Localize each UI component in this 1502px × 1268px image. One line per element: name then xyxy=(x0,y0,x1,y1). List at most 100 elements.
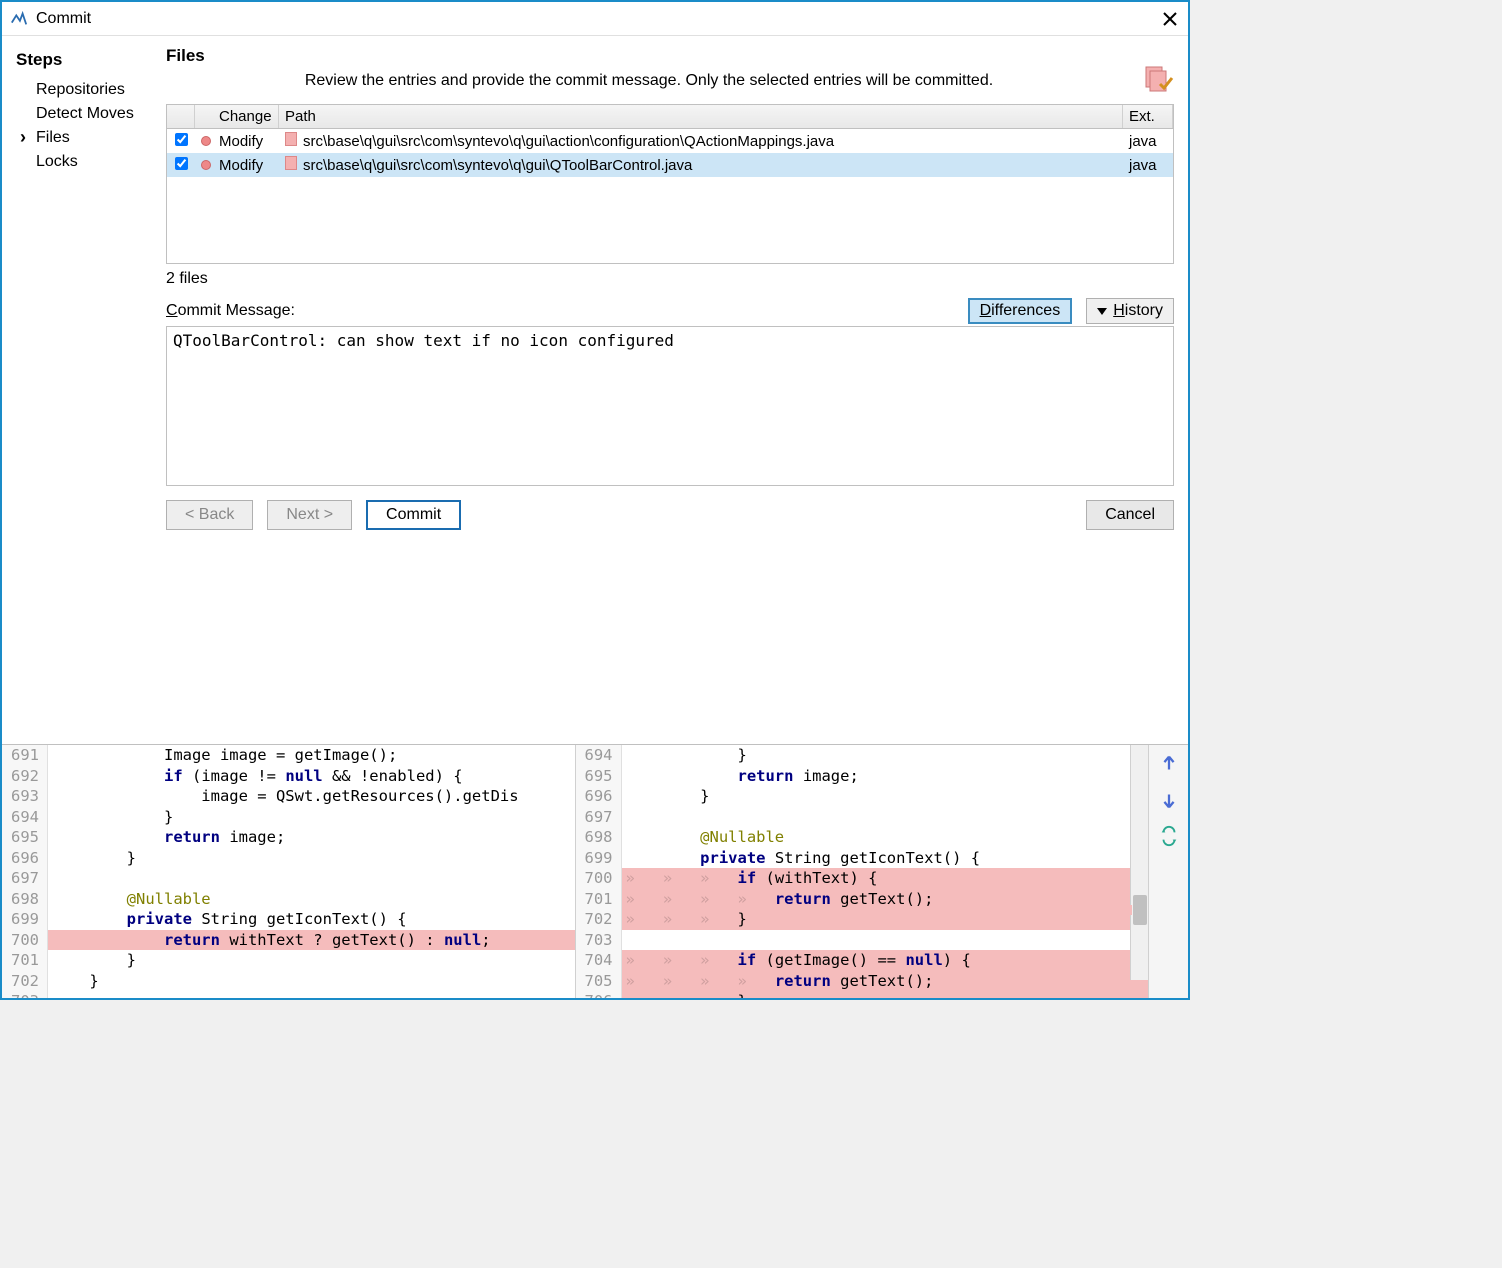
code-line[interactable]: 706» » » } xyxy=(576,991,1149,998)
code-line[interactable]: 696 } xyxy=(2,848,575,869)
code-text: return withText ? getText() : null; xyxy=(48,930,575,951)
code-text: @Nullable xyxy=(48,889,575,910)
code-line[interactable]: 701 } xyxy=(2,950,575,971)
col-ext[interactable]: Ext. xyxy=(1123,105,1173,128)
diff-overview-mark[interactable] xyxy=(1122,905,1132,915)
line-number: 705 xyxy=(576,971,622,992)
commit-button[interactable]: Commit xyxy=(366,500,461,530)
line-number: 694 xyxy=(576,745,622,766)
dialog-body: Steps RepositoriesDetect MovesFilesLocks… xyxy=(2,36,1188,744)
table-row[interactable]: Modifysrc\base\q\gui\src\com\syntevo\q\g… xyxy=(167,153,1173,177)
row-checkbox[interactable] xyxy=(175,133,188,146)
code-line[interactable]: 697 xyxy=(2,868,575,889)
close-icon[interactable] xyxy=(1160,9,1180,29)
line-number: 696 xyxy=(2,848,48,869)
file-icon xyxy=(285,132,297,146)
code-text: } xyxy=(48,807,575,828)
col-path[interactable]: Path xyxy=(279,105,1123,128)
code-text: } xyxy=(48,848,575,869)
code-text: return image; xyxy=(48,827,575,848)
code-line[interactable]: 693 image = QSwt.getResources().getDis xyxy=(2,786,575,807)
line-number: 702 xyxy=(576,909,622,930)
col-change[interactable]: Change xyxy=(213,105,279,128)
code-line[interactable]: 692 if (image != null && !enabled) { xyxy=(2,766,575,787)
next-button[interactable]: Next > xyxy=(267,500,352,530)
modify-dot-icon xyxy=(201,160,211,170)
code-line[interactable]: 702» » » } xyxy=(576,909,1149,930)
code-text: if (image != null && !enabled) { xyxy=(48,766,575,787)
commit-message-input[interactable] xyxy=(166,326,1174,486)
file-table-header: Change Path Ext. xyxy=(167,105,1173,129)
code-line[interactable]: 697 xyxy=(576,807,1149,828)
next-diff-icon[interactable] xyxy=(1158,789,1180,811)
line-number: 696 xyxy=(576,786,622,807)
line-number: 701 xyxy=(2,950,48,971)
code-line[interactable]: 699 private String getIconText() { xyxy=(2,909,575,930)
file-table[interactable]: Change Path Ext. Modifysrc\base\q\gui\sr… xyxy=(166,104,1174,264)
step-locks[interactable]: Locks xyxy=(16,150,152,174)
code-line[interactable]: 694 } xyxy=(576,745,1149,766)
code-line[interactable]: 691 Image image = getImage(); xyxy=(2,745,575,766)
page-title: Files xyxy=(166,46,1132,66)
code-text: image = QSwt.getResources().getDis xyxy=(48,786,575,807)
step-repositories[interactable]: Repositories xyxy=(16,78,152,102)
diff-nav-gutter xyxy=(1148,745,1188,998)
row-ext: java xyxy=(1123,155,1173,176)
code-line[interactable]: 698 @Nullable xyxy=(2,889,575,910)
step-files[interactable]: Files xyxy=(16,126,152,150)
code-line[interactable]: 696 } xyxy=(576,786,1149,807)
diff-viewer: 691 Image image = getImage();692 if (ima… xyxy=(2,744,1188,998)
line-number: 698 xyxy=(576,827,622,848)
code-line[interactable]: 703 xyxy=(576,930,1149,951)
row-change: Modify xyxy=(213,155,279,176)
diff-right-side[interactable]: 694 }695 return image;696 }697698 @Nulla… xyxy=(576,745,1149,998)
code-text: » » » } xyxy=(622,991,1149,998)
code-line[interactable]: 703 xyxy=(2,991,575,998)
line-number: 699 xyxy=(576,848,622,869)
code-line[interactable]: 700 return withText ? getText() : null; xyxy=(2,930,575,951)
code-text: Image image = getImage(); xyxy=(48,745,575,766)
back-button[interactable]: < Back xyxy=(166,500,253,530)
steps-sidebar: Steps RepositoriesDetect MovesFilesLocks xyxy=(2,36,152,744)
code-text: } xyxy=(622,745,1149,766)
code-text xyxy=(48,991,575,998)
row-checkbox[interactable] xyxy=(175,157,188,170)
code-text: » » » » return getText(); xyxy=(622,889,1149,910)
code-line[interactable]: 701» » » » return getText(); xyxy=(576,889,1149,910)
line-number: 702 xyxy=(2,971,48,992)
code-line[interactable]: 695 return image; xyxy=(576,766,1149,787)
code-text: @Nullable xyxy=(622,827,1149,848)
code-line[interactable]: 704» » » if (getImage() == null) { xyxy=(576,950,1149,971)
cancel-button[interactable]: Cancel xyxy=(1086,500,1174,530)
diff-left-side[interactable]: 691 Image image = getImage();692 if (ima… xyxy=(2,745,576,998)
line-number: 699 xyxy=(2,909,48,930)
file-icon xyxy=(285,156,297,170)
sync-diff-icon[interactable] xyxy=(1158,825,1180,847)
step-detect-moves[interactable]: Detect Moves xyxy=(16,102,152,126)
code-line[interactable]: 695 return image; xyxy=(2,827,575,848)
code-line[interactable]: 705» » » » return getText(); xyxy=(576,971,1149,992)
code-line[interactable]: 700» » » if (withText) { xyxy=(576,868,1149,889)
code-line[interactable]: 702 } xyxy=(2,971,575,992)
differences-button[interactable]: Differences xyxy=(968,298,1073,324)
code-line[interactable]: 694 } xyxy=(2,807,575,828)
steps-heading: Steps xyxy=(16,50,152,70)
file-count: 2 files xyxy=(166,270,1174,288)
main-panel: Files Review the entries and provide the… xyxy=(152,36,1188,744)
code-text xyxy=(622,807,1149,828)
code-line[interactable]: 699 private String getIconText() { xyxy=(576,848,1149,869)
line-number: 700 xyxy=(576,868,622,889)
prev-diff-icon[interactable] xyxy=(1158,753,1180,775)
history-button[interactable]: History xyxy=(1086,298,1174,324)
commit-dialog: Commit Steps RepositoriesDetect MovesFil… xyxy=(0,0,1190,1000)
table-row[interactable]: Modifysrc\base\q\gui\src\com\syntevo\q\g… xyxy=(167,129,1173,153)
code-text xyxy=(622,930,1149,951)
line-number: 701 xyxy=(576,889,622,910)
code-line[interactable]: 698 @Nullable xyxy=(576,827,1149,848)
code-text: } xyxy=(48,950,575,971)
commit-message-label: Commit Message: xyxy=(166,302,968,320)
modify-dot-icon xyxy=(201,136,211,146)
app-icon xyxy=(10,10,28,28)
diff-vscroll[interactable] xyxy=(1130,745,1148,980)
line-number: 700 xyxy=(2,930,48,951)
